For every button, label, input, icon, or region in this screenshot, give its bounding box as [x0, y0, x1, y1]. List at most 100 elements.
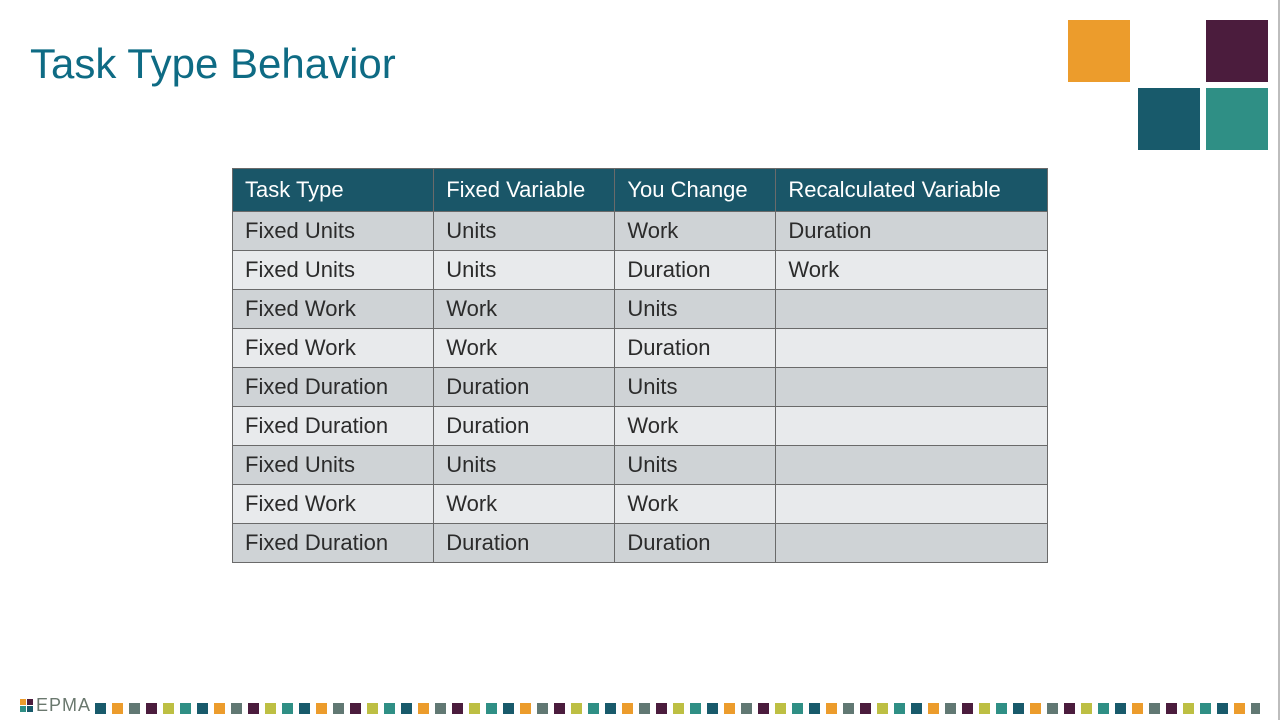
dot-icon: [180, 703, 191, 714]
decor-square-purple: [1206, 20, 1268, 82]
table-row: Fixed Units Units Units: [233, 446, 1048, 485]
dot-icon: [843, 703, 854, 714]
dot-icon: [401, 703, 412, 714]
cell: [776, 446, 1048, 485]
dot-icon: [826, 703, 837, 714]
cell: [776, 407, 1048, 446]
dot-icon: [112, 703, 123, 714]
cell: Fixed Work: [233, 329, 434, 368]
th-fixed-var: Fixed Variable: [434, 169, 615, 212]
dot-icon: [214, 703, 225, 714]
dot-icon: [265, 703, 276, 714]
dot-icon: [809, 703, 820, 714]
cell: Work: [434, 329, 615, 368]
cell: Units: [615, 290, 776, 329]
table-row: Fixed Units Units Duration Work: [233, 251, 1048, 290]
cell: [776, 329, 1048, 368]
dot-icon: [469, 703, 480, 714]
cell: Duration: [615, 251, 776, 290]
dot-icon: [911, 703, 922, 714]
dot-icon: [673, 703, 684, 714]
cell: Work: [434, 485, 615, 524]
dot-icon: [928, 703, 939, 714]
dot-icon: [146, 703, 157, 714]
dot-icon: [571, 703, 582, 714]
cell: [776, 524, 1048, 563]
dot-icon: [1047, 703, 1058, 714]
dot-icon: [452, 703, 463, 714]
dot-icon: [622, 703, 633, 714]
cell: Duration: [776, 212, 1048, 251]
dot-icon: [350, 703, 361, 714]
task-type-table: Task Type Fixed Variable You Change Reca…: [232, 168, 1048, 563]
dot-icon: [333, 703, 344, 714]
th-task-type: Task Type: [233, 169, 434, 212]
dot-icon: [537, 703, 548, 714]
dot-icon: [1115, 703, 1126, 714]
dot-icon: [962, 703, 973, 714]
cell: Duration: [434, 368, 615, 407]
dot-icon: [1013, 703, 1024, 714]
table-row: Fixed Work Work Work: [233, 485, 1048, 524]
logo-mark-icon: [20, 699, 33, 712]
dot-icon: [996, 703, 1007, 714]
dot-icon: [707, 703, 718, 714]
dot-icon: [1030, 703, 1041, 714]
cell: Units: [615, 446, 776, 485]
dot-icon: [894, 703, 905, 714]
dot-icon: [792, 703, 803, 714]
dot-icon: [231, 703, 242, 714]
decor-square-orange: [1068, 20, 1130, 82]
dot-icon: [1064, 703, 1075, 714]
dot-icon: [486, 703, 497, 714]
dot-icon: [605, 703, 616, 714]
dot-icon: [1217, 703, 1228, 714]
table-row: Fixed Duration Duration Duration: [233, 524, 1048, 563]
dot-icon: [639, 703, 650, 714]
cell: Fixed Units: [233, 251, 434, 290]
logo-text: EPMA: [36, 695, 91, 716]
cell: Fixed Duration: [233, 407, 434, 446]
dot-icon: [1183, 703, 1194, 714]
dot-icon: [367, 703, 378, 714]
cell: Units: [434, 446, 615, 485]
dot-icon: [248, 703, 259, 714]
page-title: Task Type Behavior: [30, 40, 1250, 88]
dot-icon: [775, 703, 786, 714]
table-row: Fixed Work Work Units: [233, 290, 1048, 329]
decor-square-teal-dark: [1138, 88, 1200, 150]
table-row: Fixed Work Work Duration: [233, 329, 1048, 368]
decor-square-teal-light: [1206, 88, 1268, 150]
dot-icon: [758, 703, 769, 714]
decor-dotbar: [95, 703, 1260, 716]
cell: Units: [434, 251, 615, 290]
cell: Work: [434, 290, 615, 329]
dot-icon: [1098, 703, 1109, 714]
cell: Work: [615, 407, 776, 446]
table-header-row: Task Type Fixed Variable You Change Reca…: [233, 169, 1048, 212]
dot-icon: [1166, 703, 1177, 714]
cell: Duration: [615, 329, 776, 368]
cell: Fixed Work: [233, 290, 434, 329]
dot-icon: [316, 703, 327, 714]
slide: Task Type Behavior Task Type Fixed Varia…: [0, 0, 1280, 720]
cell: Duration: [434, 524, 615, 563]
dot-icon: [129, 703, 140, 714]
th-recalc-var: Recalculated Variable: [776, 169, 1048, 212]
dot-icon: [1132, 703, 1143, 714]
dot-icon: [197, 703, 208, 714]
cell: Work: [615, 485, 776, 524]
dot-icon: [1251, 703, 1260, 714]
dot-icon: [503, 703, 514, 714]
dot-icon: [384, 703, 395, 714]
dot-icon: [435, 703, 446, 714]
cell: Fixed Units: [233, 446, 434, 485]
dot-icon: [95, 703, 106, 714]
dot-icon: [724, 703, 735, 714]
dot-icon: [163, 703, 174, 714]
cell: [776, 368, 1048, 407]
dot-icon: [979, 703, 990, 714]
dot-icon: [1234, 703, 1245, 714]
cell: Units: [434, 212, 615, 251]
logo: EPMA: [20, 695, 91, 716]
